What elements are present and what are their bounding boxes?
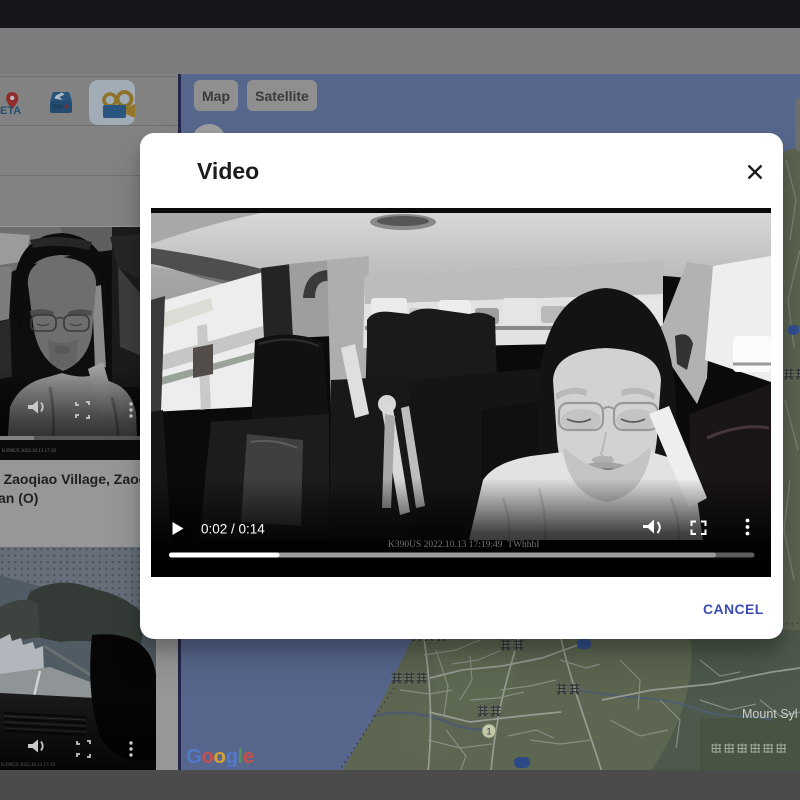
- svg-text:1: 1: [486, 727, 491, 738]
- svg-text:K390US 2022.10.13 17:19:49 TW: K390US 2022.10.13 17:19:49 TWhhhI: [388, 540, 539, 550]
- svg-text:Google: Google: [186, 745, 254, 768]
- svg-text:ETA: ETA: [0, 105, 21, 117]
- svg-text:0:02 / 0:14: 0:02 / 0:14: [201, 522, 265, 537]
- svg-text:K390US 2022.10.13 17:19: K390US 2022.10.13 17:19: [1, 763, 55, 768]
- svg-text:Mount Syl: Mount Syl: [742, 707, 798, 721]
- svg-text:K390US 2022.10.13 17:19: K390US 2022.10.13 17:19: [2, 449, 56, 454]
